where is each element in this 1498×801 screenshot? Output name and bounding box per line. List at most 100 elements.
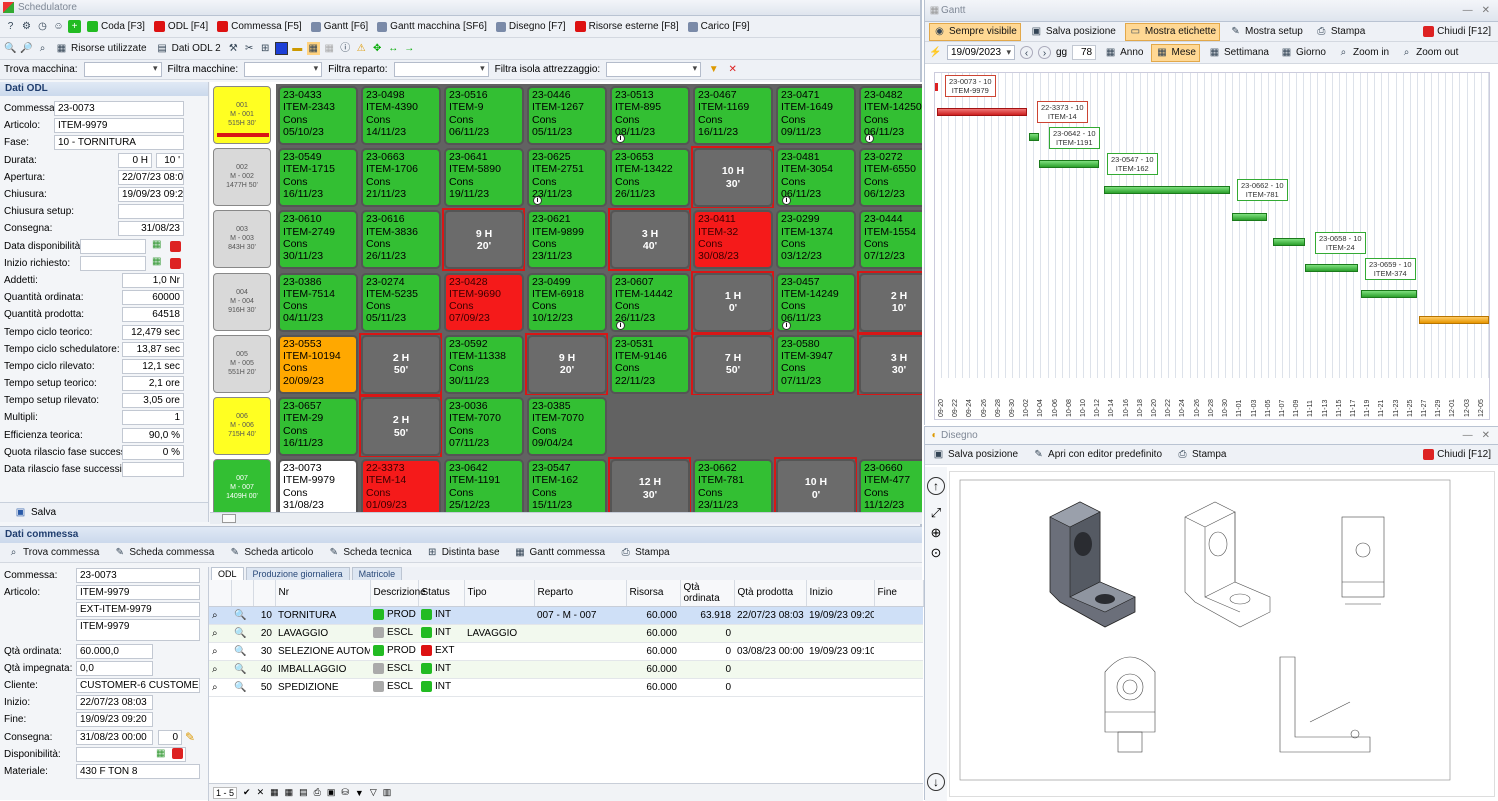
odl-card[interactable]: 23-0531 ITEM-9146 Cons 22/11/23 [610,334,690,394]
minimize-icon[interactable]: — [1463,5,1473,16]
row-binoculars-icon[interactable]: ⌕ [209,642,231,661]
row-open-icon[interactable]: 🔍 [231,642,253,661]
setup-cell[interactable]: 2 H 50' [361,334,441,394]
odl-field-value[interactable]: 1,0 Nr [122,272,184,288]
commessa-toolbar-button-6[interactable]: ⎙ Stampa [616,544,672,562]
odl-card[interactable]: 23-0547 ITEM-162 Cons 15/11/23 [527,459,607,512]
odl-card[interactable]: 23-0299 ITEM-1374 Cons 03/12/23 [776,210,856,270]
setup-cell[interactable]: 2 H 50' [361,397,441,456]
toolbar-button-3[interactable]: Gantt [F6] [308,18,371,36]
column-header[interactable]: Status [418,580,465,607]
add-icon[interactable]: + [68,20,81,33]
commessa-toolbar-button-5[interactable]: ▦ Gantt commessa [511,544,609,562]
odl-card[interactable]: 23-0657 ITEM-29 Cons 16/11/23 [278,397,358,456]
commessa-toolbar-button-1[interactable]: ✎ Scheda commessa [110,544,217,562]
gantt-bar[interactable] [1232,213,1267,221]
odl-card[interactable]: 23-0073 ITEM-9979 Cons 31/08/23 [278,459,358,512]
odl-card[interactable]: 23-0549 ITEM-1715 Cons 16/11/23 [278,148,358,208]
gantt-scale-button-4[interactable]: ⌕ Zoom in [1334,44,1392,62]
odl-field-value[interactable]: 60000 [122,290,184,306]
qta-impegnata-value[interactable]: 0,0 [76,660,153,676]
table-row[interactable]: ⌕ 🔍 40 IMBALLAGGIO ESCL INT 60.000 0 [209,660,923,679]
gantt-close-button[interactable]: Chiudi [F12] [1420,23,1494,41]
gantt-bar[interactable] [1273,238,1305,246]
calendar-picker-icon[interactable]: ▦ [152,239,161,250]
user-icon[interactable]: ☺ [52,20,65,33]
odl-field-value[interactable]: 64518 [122,307,184,323]
setup-cell[interactable]: 10 H 0' [776,459,856,512]
column-header[interactable]: Qtà ordinata [680,580,735,607]
filter-clear-icon[interactable]: ▽ [370,787,377,798]
odl-card[interactable]: 23-0446 ITEM-1267 Cons 05/11/23 [527,86,607,145]
consegna-count[interactable]: 0 [158,729,182,745]
grid-icon[interactable]: ▦ [323,42,336,55]
clear-filter-icon[interactable]: ✕ [726,63,739,76]
row-open-icon[interactable]: 🔍 [231,678,253,697]
odl-field-value[interactable]: 19/09/23 09:20 [118,187,184,203]
info-icon[interactable]: i [782,320,791,330]
odl-card[interactable]: 23-0411 ITEM-32 Cons 30/08/23 [693,210,773,270]
odl-save-button[interactable]: ▣ Salva [0,502,208,522]
column-header[interactable]: Inizio [806,580,875,607]
odl-card[interactable]: 23-0660 ITEM-477 Cons 11/12/23 [859,459,922,512]
filter-table-icon[interactable]: ▼ [355,788,364,798]
articolo-value[interactable]: ITEM-9979 [76,585,200,601]
gantt-bar[interactable] [1029,133,1039,141]
odl-card[interactable]: 23-0641 ITEM-5890 Cons 19/11/23 [444,148,524,208]
odl-card[interactable]: 23-0428 ITEM-9690 Cons 07/09/23 [444,272,524,332]
odl-field-value[interactable] [118,204,184,220]
odl-field-value[interactable] [80,238,146,254]
disponibilita-value[interactable] [76,746,186,762]
odl-field-value[interactable]: 12,479 sec [122,324,184,340]
odl-field-value[interactable]: 0 % [122,444,184,460]
minimize-icon[interactable]: — [1463,430,1473,441]
gantt-scale-button-1[interactable]: ▦ Mese [1151,43,1200,62]
materiale-value[interactable]: 430 F TON 8 [76,763,200,779]
tree-icon[interactable]: ⊞ [259,42,272,55]
cliente-value[interactable]: CUSTOMER-6 CUSTOMER-6 [76,678,200,694]
move-icon[interactable]: ✥ [371,42,384,55]
machine-header[interactable]: 005 M - 005 551H 20' [213,334,271,393]
scroll-thumb[interactable] [222,514,236,523]
gantt-bar[interactable] [1419,316,1489,324]
setup-cell[interactable]: 1 H 0' [693,272,773,332]
odl-field-value[interactable]: 13,87 sec [122,341,184,357]
column-header[interactable]: Descrizione [370,580,426,607]
export-icon[interactable]: ▤ [299,787,308,798]
machine-header[interactable]: 001 M - 001 515H 30' [213,86,271,144]
gantt-bar[interactable] [1104,186,1230,194]
risorse-button[interactable]: ▦ Risorse utilizzate [52,40,150,58]
odl-card[interactable]: 23-0642 ITEM-1191 Cons 25/12/23 [444,459,524,512]
toolbar-button-7[interactable]: Carico [F9] [685,18,753,36]
clear-date-icon[interactable] [172,747,183,759]
commessa-toolbar-button-0[interactable]: ⌕ Trova commessa [4,544,102,562]
table-row[interactable]: ⌕ 🔍 10 TORNITURA PROD INT 007 - M - 007 60.000 6… [209,606,923,625]
zoom-out-icon[interactable]: 🔎 [20,42,33,55]
zoom-icon[interactable]: 🔍 [4,42,17,55]
gg-input[interactable]: 78 [1072,45,1097,60]
machine-header[interactable]: 004 M - 004 916H 30' [213,272,271,331]
tab-2[interactable]: Matricole [351,567,403,580]
commessa-toolbar-button-4[interactable]: ⊞ Distinta base [423,544,503,562]
column-header[interactable]: Tipo [464,580,535,607]
toolbar-button-5[interactable]: Disegno [F7] [493,18,569,36]
gantt-bar[interactable] [1039,160,1099,168]
column-header[interactable]: Risorsa [626,580,681,607]
arrow-down-icon[interactable]: ↓ [927,773,945,791]
gantt-toolbar-button-1[interactable]: ▣ Salva posizione [1027,23,1119,41]
close-window-icon[interactable]: ✕ [1482,430,1490,441]
qta-ordinata-value[interactable]: 60.000,0 [76,643,153,659]
odl-field-value[interactable]: 3,05 ore [122,393,184,409]
odl-field-value[interactable]: 2,1 ore [122,376,184,392]
tab-0[interactable]: ODL [211,567,244,580]
print-icon[interactable]: ⎙ [314,787,321,798]
datiodl2-button[interactable]: ▤ Dati ODL 2 [153,40,224,58]
odl-field-value2[interactable]: 10 ' [156,152,184,168]
check-icon[interactable]: ✔ [243,787,251,798]
setup-cell[interactable]: 2 H 10' [859,272,922,332]
calendar-picker-icon[interactable]: ▦ [152,256,161,267]
setup-cell[interactable]: 9 H 20' [527,334,607,394]
database-icon[interactable]: ⛁ [341,787,349,798]
odl-card[interactable]: 23-0386 ITEM-7514 Cons 04/11/23 [278,272,358,332]
column-header[interactable]: Fine [874,580,924,607]
